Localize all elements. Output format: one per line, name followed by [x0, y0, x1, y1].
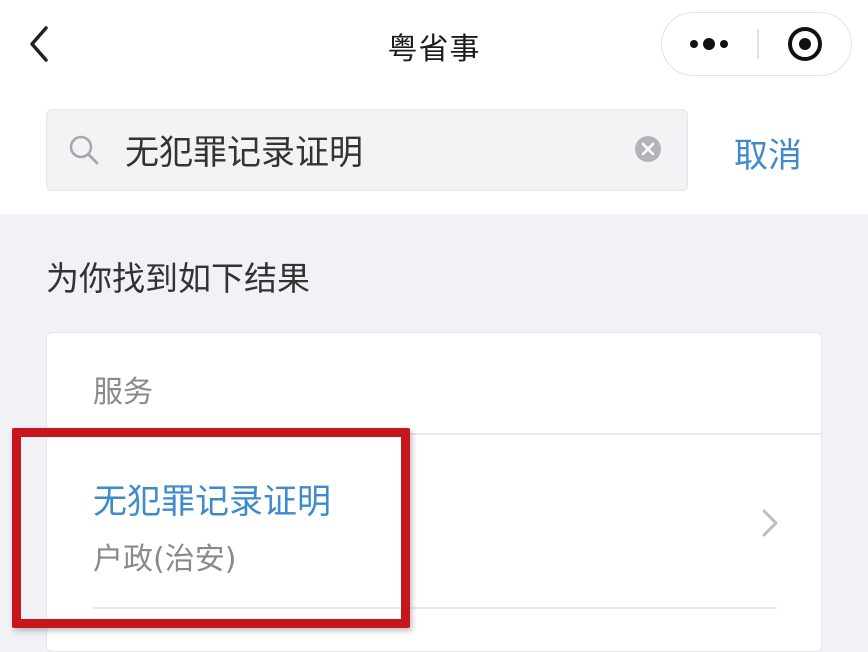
- mini-program-capsule: [661, 12, 852, 76]
- more-button[interactable]: [662, 13, 757, 75]
- close-miniprogram-button[interactable]: [759, 13, 851, 75]
- search-input[interactable]: [125, 129, 605, 169]
- search-bar: 取消: [0, 90, 868, 214]
- results-heading: 为你找到如下结果: [46, 259, 310, 298]
- highlight-annotation-box: [12, 428, 410, 628]
- search-icon: [69, 135, 99, 165]
- clear-icon[interactable]: [633, 134, 663, 164]
- target-circle-icon: [788, 27, 822, 61]
- more-dots-icon: [690, 38, 728, 50]
- chevron-right-icon: [762, 509, 778, 537]
- search-box[interactable]: [46, 109, 688, 191]
- section-label-services: 服务: [93, 375, 153, 410]
- navigation-bar: 粤省事: [0, 0, 868, 90]
- cancel-button[interactable]: 取消: [734, 128, 802, 177]
